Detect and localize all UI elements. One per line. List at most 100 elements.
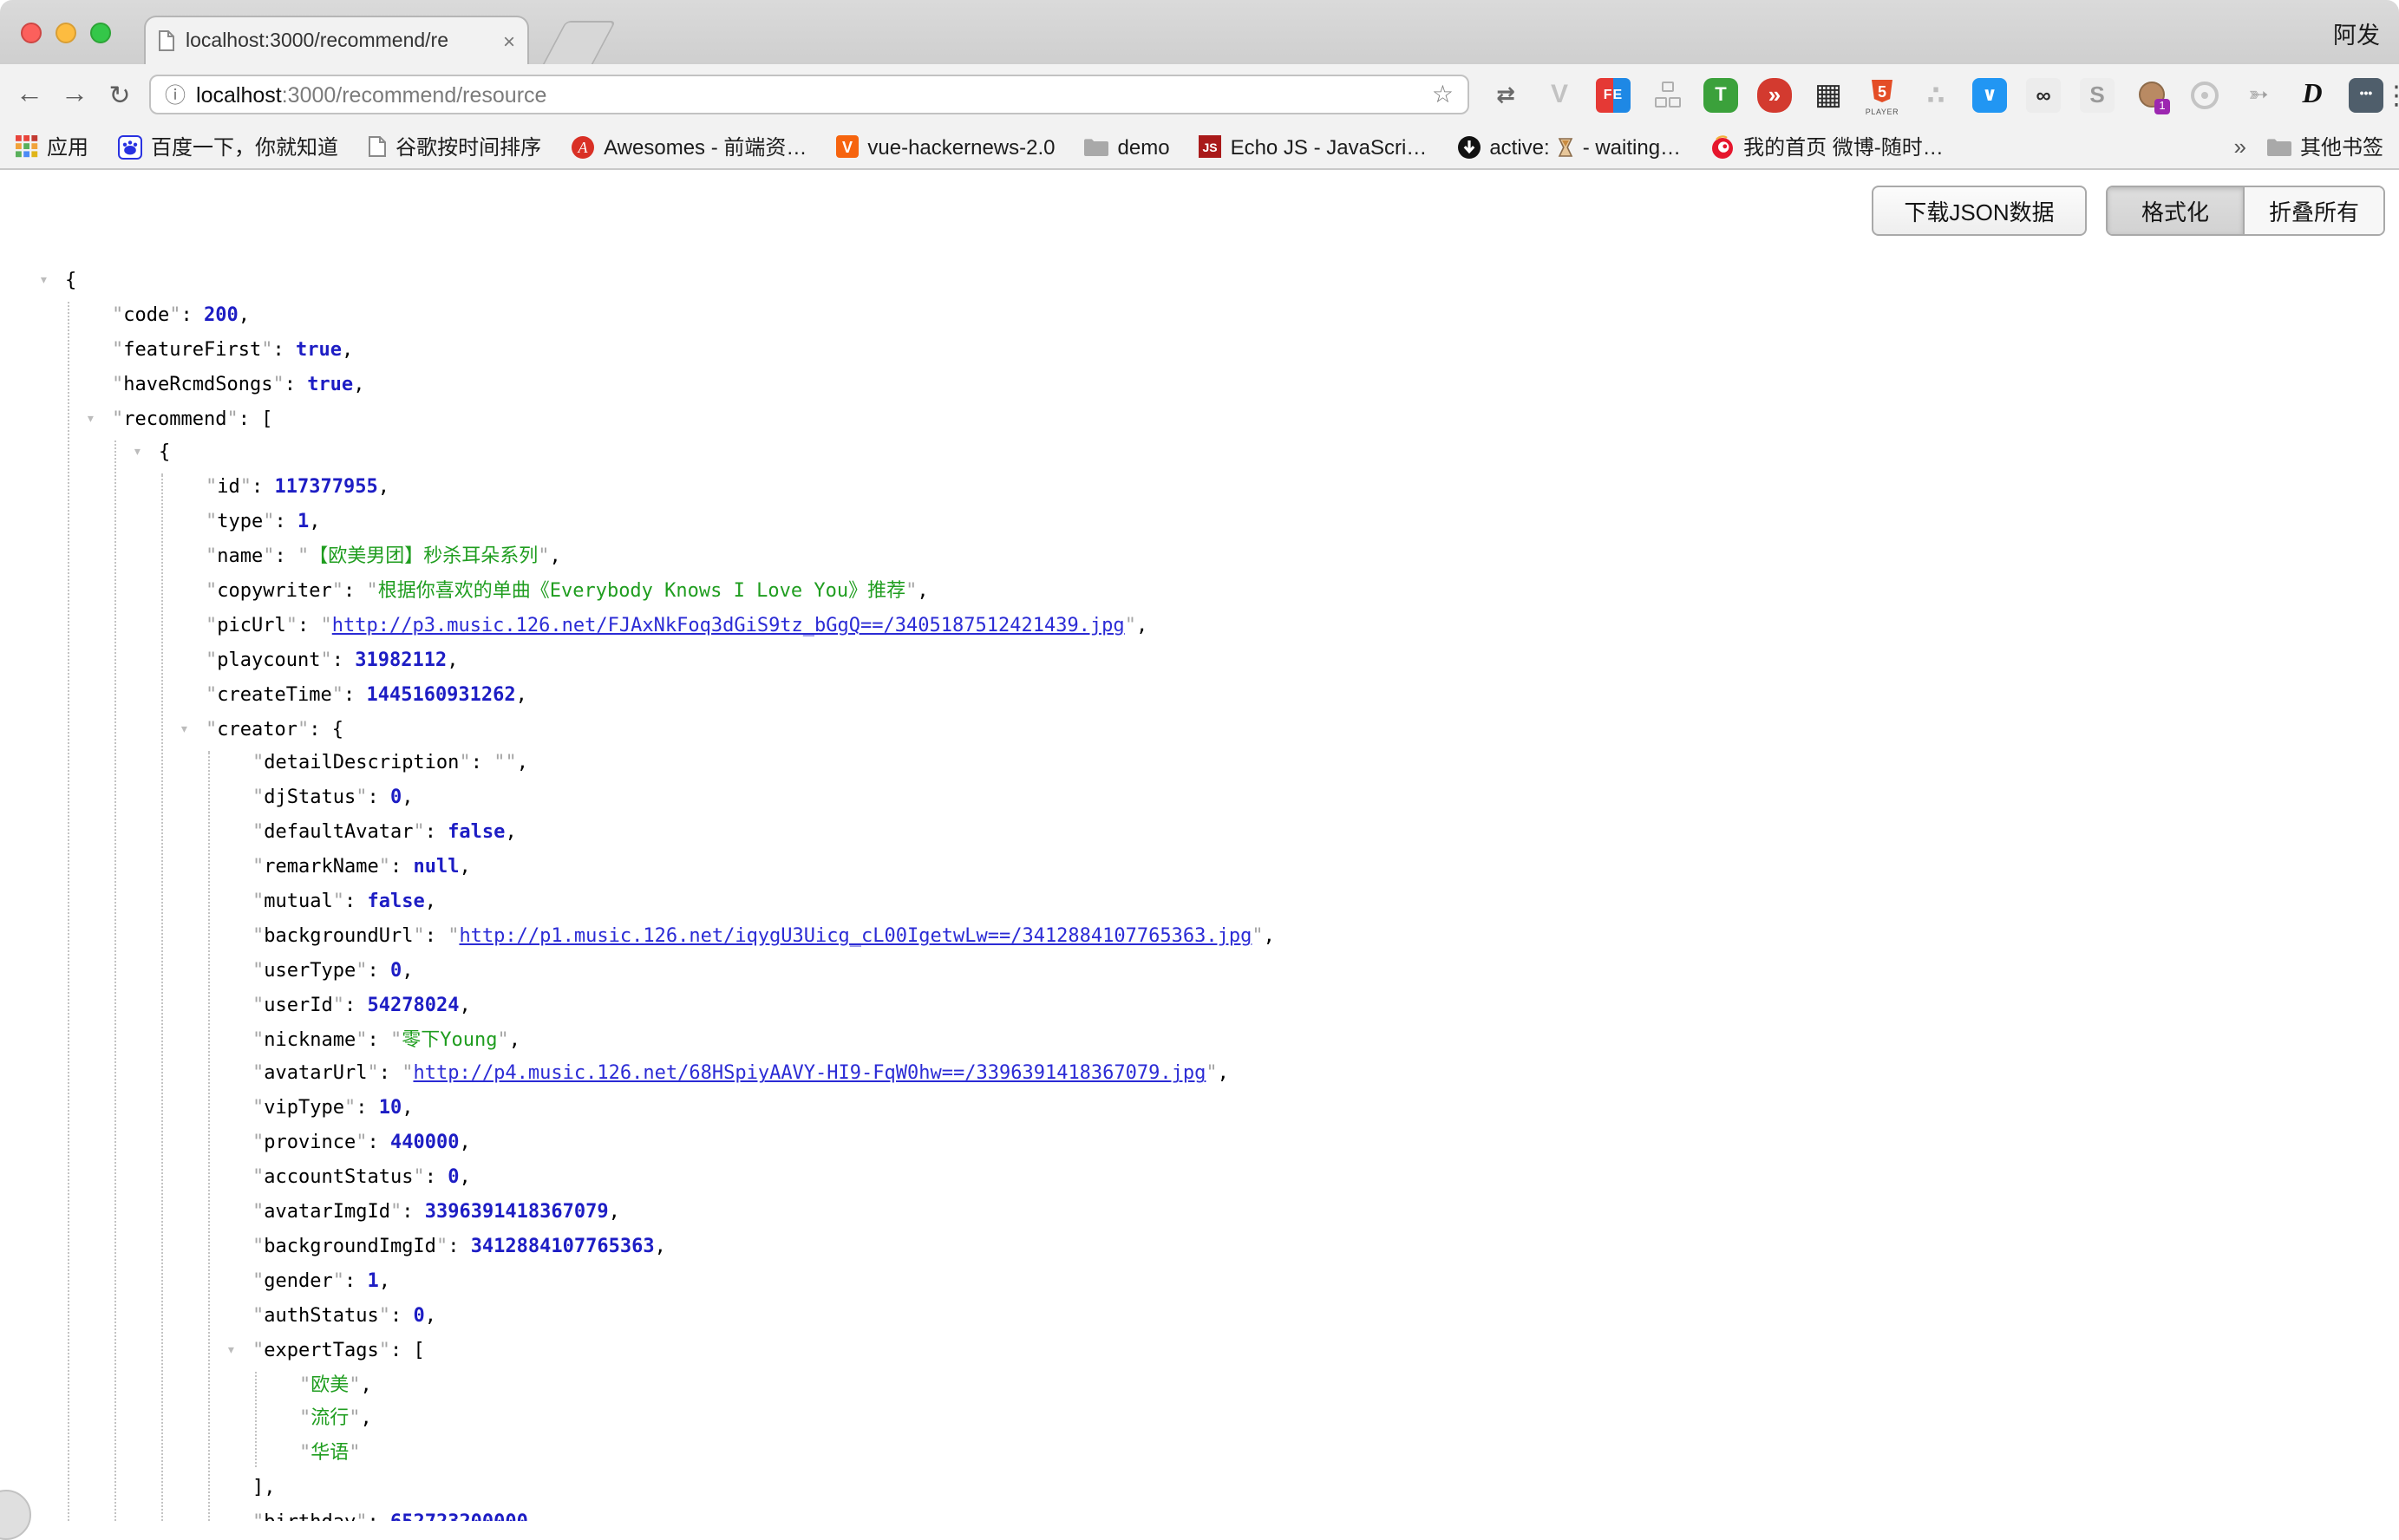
collapse-all-button[interactable]: 折叠所有 [2243,187,2383,234]
close-window-button[interactable] [21,23,42,43]
expander-triangle-icon[interactable]: ▾ [133,438,142,473]
json-line: "playcount": 31982112, [0,643,2399,678]
json-key: picUrl [217,614,286,636]
bird-icon[interactable]: ➳ [2241,77,2276,112]
json-quote: " [413,924,424,947]
bookmark-vue-hackernews[interactable]: Vvue-hackernews-2.0 [836,134,1055,159]
bookmark-weibo[interactable]: 我的首页 微博-随时… [1710,132,1944,161]
fast-forward-icon[interactable]: » [1757,77,1792,112]
tab-title: localhost:3000/recommend/re [186,30,498,51]
onepassword-icon[interactable]: ••• [2349,77,2383,112]
page-info-icon[interactable]: ⓘ [165,80,186,109]
json-line: ▾{ [0,264,2399,298]
bookmark-demo[interactable]: demo [1085,134,1170,159]
reload-icon[interactable]: ↻ [97,79,142,110]
s-icon[interactable]: S [2080,77,2115,112]
json-key: createTime [217,682,331,705]
monkey-icon[interactable]: 1 [2134,77,2168,112]
json-quote: " [356,786,367,809]
json-comma: , [517,752,528,774]
json-quote: " [252,959,264,982]
json-line: "remarkName": null, [0,850,2399,884]
json-line: "欧美", [0,1367,2399,1402]
tab-close-icon[interactable]: × [503,30,515,51]
json-line: "djStatus": 0, [0,781,2399,816]
json-colon: : [309,717,332,740]
json-quote: " [252,1200,264,1223]
indent-guide [161,474,163,1521]
json-colon: : [402,1200,425,1223]
new-tab-button[interactable] [541,21,617,68]
paw-icon-glyph: ∴ [1927,79,1945,110]
download-json-button[interactable]: 下载JSON数据 [1872,186,2087,236]
json-colon: : [344,890,368,912]
expander-triangle-icon[interactable]: ▾ [39,265,49,300]
json-quote: " [252,1097,264,1119]
bookmark-other-bookmarks[interactable]: 其他书签 [2267,132,2383,161]
expander-triangle-icon[interactable]: ▾ [226,1334,236,1369]
json-line: "createTime": 1445160931262, [0,677,2399,712]
expander-triangle-icon[interactable]: ▾ [180,714,189,748]
bookmark-echojs[interactable]: JSEcho JS - JavaScri… [1200,134,1428,159]
json-quote: " [252,1511,264,1521]
bird-icon-glyph: ➳ [2248,80,2268,109]
json-quote: " [459,752,470,774]
check-blue-icon[interactable]: ∨ [1972,77,2007,112]
url-bar[interactable]: ⓘ localhost :3000/recommend/resource ☆ [149,75,1469,114]
json-value-link[interactable]: http://p1.music.126.net/iqygU3Uicg_cL00I… [459,924,1252,947]
bookmark-baidu[interactable]: 百度一下，你就知道 [118,132,338,161]
json-colon: : [272,338,296,361]
json-key: vipType [264,1097,344,1119]
translate-icon-glyph: ⇄ [1496,81,1515,108]
json-comma: , [459,993,470,1015]
json-colon: : [367,1028,390,1050]
bookmark-star-icon[interactable]: ☆ [1432,80,1454,109]
json-colon: : [425,1165,448,1188]
qr-code-icon[interactable]: ▦ [1811,77,1846,112]
incognito-icon[interactable]: ∞ [2026,77,2061,112]
minimize-window-button[interactable] [56,23,76,43]
d-icon[interactable]: D [2295,77,2330,112]
sitemap-icon[interactable] [1650,77,1684,112]
bookmark-awesomes[interactable]: AAwesomes - 前端资… [571,132,807,161]
weibo-gray-icon[interactable] [2187,77,2222,112]
bookmark-apps[interactable]: 应用 [16,132,88,161]
forward-icon[interactable]: → [52,79,97,110]
bookmark-active[interactable]: active:- waiting… [1456,134,1681,159]
html5-player-icon[interactable]: 5PLAYER [1865,77,1899,112]
json-value-link[interactable]: http://p4.music.126.net/68HSpiyAAVY-HI9-… [413,1062,1206,1085]
json-comma: , [459,855,470,878]
json-value-link[interactable]: http://p3.music.126.net/FJAxNkFoq3dGiS9t… [332,614,1125,636]
json-open-bracket: { [65,269,76,291]
bookmark-google-sort[interactable]: 谷歌按时间排序 [368,132,541,161]
profile-name[interactable]: 阿发 [2333,16,2380,50]
json-comma: , [550,545,561,567]
paw-icon[interactable]: ∴ [1919,77,1953,112]
json-value-literal: 200 [204,303,239,326]
expander-triangle-icon[interactable]: ▾ [86,403,95,438]
json-line: "featureFirst": true, [0,333,2399,368]
back-icon[interactable]: ← [7,79,52,110]
json-comma: , [609,1200,620,1223]
json-open-bracket: { [332,717,343,740]
json-quote: " [332,682,343,705]
json-quote: " [356,1511,367,1521]
format-button[interactable]: 格式化 [2108,187,2243,234]
json-close-bracket: ], [252,1476,276,1498]
translate-icon[interactable]: ⇄ [1488,77,1523,112]
d-icon-glyph: D [2302,79,2322,110]
browser-menu-icon[interactable]: ⋮ [2383,79,2399,110]
json-line: "accountStatus": 0, [0,1160,2399,1195]
json-key: mutual [264,890,333,912]
fe-icon[interactable]: FE [1596,77,1631,112]
browser-tab[interactable]: localhost:3000/recommend/re × [144,16,529,64]
json-quote: " [252,1062,264,1085]
json-colon: : [471,752,494,774]
bookmarks-list: 应用 百度一下，你就知道 谷歌按时间排序 AAwesomes - 前端资… Vvue-h… [16,132,1944,161]
tampermonkey-shield-icon[interactable]: T [1703,77,1738,112]
bookmarks-overflow-chevron[interactable]: » [2234,134,2246,160]
json-value-literal: 10 [379,1097,402,1119]
json-line: "authStatus": 0, [0,1298,2399,1333]
vue-gray-icon[interactable]: V [1542,77,1577,112]
zoom-window-button[interactable] [90,23,111,43]
